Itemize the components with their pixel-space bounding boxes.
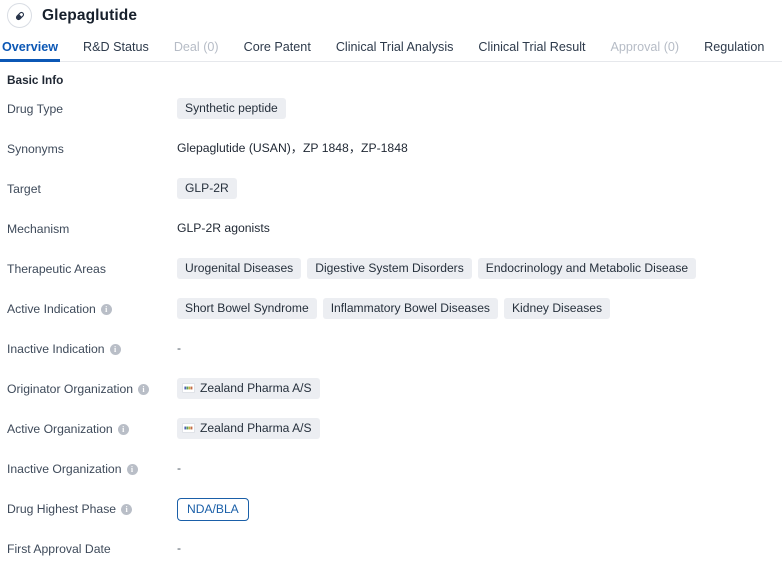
- drug-highest-phase-badge[interactable]: NDA/BLA: [177, 498, 249, 521]
- tag-label: Zealand Pharma A/S: [200, 381, 312, 395]
- info-row-originator-organization: Originator Organization i Zealand Pharma A…: [0, 378, 782, 402]
- info-row-synonyms: Synonyms Glepaglutide (USAN)，ZP 1848，ZP-1…: [0, 138, 782, 162]
- value-tag[interactable]: Kidney Diseases: [503, 298, 611, 319]
- row-value-originator-organization: Zealand Pharma A/S: [177, 378, 782, 399]
- row-value-mechanism: GLP-2R agonists: [177, 218, 782, 238]
- company-logo-icon: [182, 383, 195, 393]
- tag-label: Urogenital Diseases: [185, 261, 294, 275]
- label-text: Synonyms: [7, 142, 64, 156]
- tag-label: Short Bowel Syndrome: [185, 301, 309, 315]
- tag-label: Synthetic peptide: [185, 101, 278, 115]
- page-title: Glepaglutide: [42, 6, 138, 24]
- tab-clinical-trial-result[interactable]: Clinical Trial Result: [478, 41, 585, 61]
- tag-label: GLP-2R: [185, 181, 229, 195]
- info-row-inactive-indication: Inactive Indication i -: [0, 338, 782, 362]
- label-text: Mechanism: [7, 222, 70, 236]
- company-logo-icon: [182, 423, 195, 433]
- info-row-active-organization: Active Organization i Zealand Pharma A/S: [0, 418, 782, 442]
- info-icon[interactable]: i: [138, 383, 149, 395]
- row-value-therapeutic-areas: Urogenital Diseases Digestive System Diso…: [177, 258, 782, 279]
- organization-tag[interactable]: Zealand Pharma A/S: [177, 418, 320, 439]
- value-tag[interactable]: Endocrinology and Metabolic Disease: [477, 258, 697, 279]
- tab-regulation[interactable]: Regulation: [704, 41, 764, 61]
- label-text: Target: [7, 182, 41, 196]
- row-label-active-indication: Active Indication i: [0, 298, 177, 319]
- tab-rd-status[interactable]: R&D Status: [83, 41, 149, 61]
- row-value-inactive-indication: -: [177, 338, 782, 358]
- tab-approval[interactable]: Approval (0): [611, 41, 680, 61]
- section-title-basic-info: Basic Info: [7, 73, 64, 87]
- info-row-inactive-organization: Inactive Organization i -: [0, 458, 782, 482]
- tag-label: Endocrinology and Metabolic Disease: [485, 261, 689, 275]
- info-row-mechanism: Mechanism GLP-2R agonists: [0, 218, 782, 242]
- row-value-first-approval-date: -: [177, 538, 782, 558]
- row-label-originator-organization: Originator Organization i: [0, 378, 177, 399]
- row-label-drug-highest-phase: Drug Highest Phase i: [0, 498, 177, 519]
- row-label-target: Target: [0, 178, 177, 199]
- row-value-drug-highest-phase: NDA/BLA: [177, 498, 782, 521]
- organization-tag[interactable]: Zealand Pharma A/S: [177, 378, 320, 399]
- row-label-drug-type: Drug Type: [0, 98, 177, 119]
- tab-clinical-trial-analysis[interactable]: Clinical Trial Analysis: [336, 41, 454, 61]
- tag-label: Inflammatory Bowel Diseases: [330, 301, 490, 315]
- info-icon[interactable]: i: [121, 503, 133, 515]
- info-row-therapeutic-areas: Therapeutic Areas Urogenital Diseases Dige…: [0, 258, 782, 282]
- label-text: First Approval Date: [7, 542, 111, 556]
- info-icon[interactable]: i: [109, 343, 121, 355]
- info-row-active-indication: Active Indication i Short Bowel Syndrome In…: [0, 298, 782, 322]
- value-text: GLP-2R agonists: [177, 221, 270, 235]
- value-text: Glepaglutide (USAN)，ZP 1848，ZP-1848: [177, 141, 408, 155]
- info-icon[interactable]: i: [100, 303, 112, 315]
- label-text: Inactive Organization: [7, 462, 122, 476]
- info-icon[interactable]: i: [126, 463, 138, 475]
- label-text: Drug Type: [7, 102, 64, 116]
- info-icon[interactable]: i: [117, 423, 129, 435]
- row-value-synonyms: Glepaglutide (USAN)，ZP 1848，ZP-1848: [177, 138, 782, 158]
- empty-value: -: [177, 541, 182, 555]
- row-label-inactive-organization: Inactive Organization i: [0, 458, 177, 479]
- info-row-target: Target GLP-2R: [0, 178, 782, 202]
- tag-label: Zealand Pharma A/S: [200, 421, 312, 435]
- value-tag[interactable]: GLP-2R: [177, 178, 237, 199]
- value-tag[interactable]: Digestive System Disorders: [307, 258, 472, 279]
- label-text: Therapeutic Areas: [7, 262, 106, 276]
- tab-core-patent[interactable]: Core Patent: [244, 41, 311, 61]
- info-row-first-approval-date: First Approval Date -: [0, 538, 782, 562]
- capsule-pill-icon: [7, 3, 32, 28]
- basic-info-list: Drug Type Synthetic peptide Synonyms Glepag…: [0, 98, 782, 562]
- value-tag[interactable]: Short Bowel Syndrome: [177, 298, 317, 319]
- info-row-drug-type: Drug Type Synthetic peptide: [0, 98, 782, 122]
- value-tag[interactable]: Inflammatory Bowel Diseases: [322, 298, 498, 319]
- tag-label: Kidney Diseases: [511, 301, 603, 315]
- label-text: Originator Organization: [7, 382, 133, 396]
- tag-label: Digestive System Disorders: [315, 261, 464, 275]
- tab-overview[interactable]: Overview: [0, 41, 61, 62]
- value-tag[interactable]: Synthetic peptide: [177, 98, 286, 119]
- row-value-target: GLP-2R: [177, 178, 782, 199]
- row-label-active-organization: Active Organization i: [0, 418, 177, 439]
- label-text: Drug Highest Phase: [7, 502, 117, 516]
- row-value-active-indication: Short Bowel Syndrome Inflammatory Bowel D…: [177, 298, 782, 319]
- label-text: Inactive Indication: [7, 342, 105, 356]
- row-label-mechanism: Mechanism: [0, 218, 177, 239]
- tab-deal[interactable]: Deal (0): [174, 41, 219, 61]
- row-value-active-organization: Zealand Pharma A/S: [177, 418, 782, 439]
- row-label-synonyms: Synonyms: [0, 138, 177, 159]
- overview-panel: Basic Info Drug Type Synthetic peptide Syn…: [0, 62, 782, 562]
- row-value-drug-type: Synthetic peptide: [177, 98, 782, 119]
- value-tag[interactable]: Urogenital Diseases: [177, 258, 302, 279]
- info-row-drug-highest-phase: Drug Highest Phase i NDA/BLA: [0, 498, 782, 522]
- row-label-inactive-indication: Inactive Indication i: [0, 338, 177, 359]
- tab-bar: Overview R&D Status Deal (0) Core Patent…: [0, 31, 782, 62]
- label-text: Active Indication: [7, 302, 96, 316]
- row-label-therapeutic-areas: Therapeutic Areas: [0, 258, 177, 279]
- row-label-first-approval-date: First Approval Date: [0, 538, 177, 559]
- row-value-inactive-organization: -: [177, 458, 782, 478]
- page-header: Glepaglutide: [0, 0, 782, 31]
- empty-value: -: [177, 341, 182, 355]
- empty-value: -: [177, 461, 182, 475]
- label-text: Active Organization: [7, 422, 113, 436]
